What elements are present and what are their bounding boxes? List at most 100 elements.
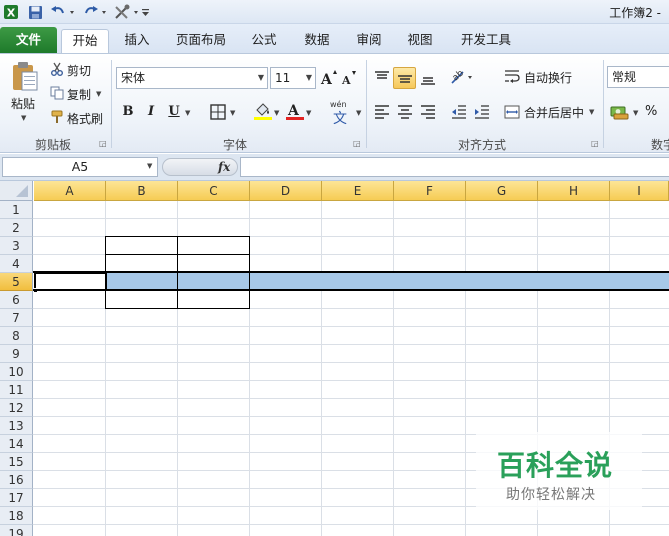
column-gridline [321,201,322,536]
row-header-18[interactable]: 18 [0,507,33,525]
orientation-icon[interactable]: ab [448,66,474,88]
tab-developer[interactable]: 开发工具 [452,29,520,53]
column-header-e[interactable]: E [322,181,394,201]
font-name-value: 宋体 [121,71,146,85]
tab-file[interactable]: 文件 [0,27,57,53]
fill-color-icon[interactable] [252,100,274,122]
alignment-group-label: 对齐方式 [457,138,506,152]
tab-home[interactable]: 开始 [61,29,109,54]
undo-icon[interactable] [49,3,77,21]
column-header-f[interactable]: F [394,181,466,201]
align-left-icon[interactable] [372,102,392,122]
borders-icon[interactable] [208,102,228,122]
row-header-17[interactable]: 17 [0,489,33,507]
row-header-9[interactable]: 9 [0,345,33,363]
copy-button[interactable]: 复制 [67,86,91,103]
row-header-16[interactable]: 16 [0,471,33,489]
align-top-icon[interactable] [372,68,392,88]
tab-review[interactable]: 审阅 [347,29,391,53]
row-header-4[interactable]: 4 [0,255,33,273]
group-divider [603,60,604,148]
row-header-1[interactable]: 1 [0,201,33,219]
tools-icon[interactable] [113,3,141,21]
format-painter-button[interactable]: 格式刷 [67,110,103,127]
cut-button[interactable]: 剪切 [67,62,91,79]
row-header-10[interactable]: 10 [0,363,33,381]
align-center-icon[interactable] [395,102,415,122]
tab-data[interactable]: 数据 [295,29,339,53]
font-size-value: 11 [275,71,291,85]
fill-color-dropdown-icon[interactable]: ▼ [274,109,279,117]
percent-style-button[interactable]: % [645,104,657,119]
align-bottom-icon[interactable] [418,68,438,88]
column-header-h[interactable]: H [538,181,610,201]
column-header-a[interactable]: A [34,181,106,201]
merge-center-dropdown-icon[interactable]: ▼ [589,108,594,116]
row-header-19[interactable]: 19 [0,525,33,536]
formula-bar: A5 ▼ fx [0,154,669,181]
tab-page-layout[interactable]: 页面布局 [167,29,235,53]
row-header-3[interactable]: 3 [0,237,33,255]
paste-icon[interactable] [9,59,41,93]
tab-view[interactable]: 视图 [398,29,442,53]
redo-icon[interactable] [81,3,109,21]
row-header-11[interactable]: 11 [0,381,33,399]
phonetic-guide-icon[interactable]: wén 文 [328,100,356,127]
svg-text:A: A [287,103,300,119]
select-all-button[interactable] [0,181,33,201]
number-format-combo[interactable]: 常规 [607,66,669,88]
column-header-b[interactable]: B [106,181,178,201]
row-header-7[interactable]: 7 [0,309,33,327]
row-header-5[interactable]: 5 [0,273,33,291]
paste-button[interactable]: 粘贴 [11,95,35,112]
wrap-text-button[interactable]: 自动换行 [524,69,572,86]
name-box-dropdown-icon[interactable]: ▼ [147,162,152,170]
watermark-title: 百科全说 [497,449,614,482]
align-right-icon[interactable] [418,102,438,122]
shrink-font-icon[interactable]: A [340,67,358,89]
accounting-dropdown-icon[interactable]: ▼ [633,109,638,117]
bold-button[interactable]: B [119,102,137,122]
title-bar: X 工作簿2 - [0,0,669,24]
clipboard-launcher-icon[interactable]: ◲ [99,139,108,148]
copy-dropdown-icon[interactable]: ▼ [96,90,101,98]
align-middle-icon[interactable] [393,67,416,89]
column-header-d[interactable]: D [250,181,322,201]
borders-dropdown-icon[interactable]: ▼ [230,109,235,117]
font-launcher-icon[interactable]: ◲ [353,139,362,148]
insert-function-icon[interactable]: fx [218,160,230,174]
row-header-8[interactable]: 8 [0,327,33,345]
row-header-14[interactable]: 14 [0,435,33,453]
font-name-dropdown-icon[interactable]: ▼ [258,68,264,88]
font-color-icon[interactable]: A [284,100,306,122]
font-name-combo[interactable]: 宋体 ▼ [116,67,268,89]
row-header-13[interactable]: 13 [0,417,33,435]
accounting-format-icon[interactable] [609,102,631,122]
row-header-2[interactable]: 2 [0,219,33,237]
column-header-i[interactable]: I [610,181,669,201]
column-header-g[interactable]: G [466,181,538,201]
formula-input[interactable] [240,157,669,177]
customize-qat-icon[interactable] [140,3,150,21]
row-header-6[interactable]: 6 [0,291,33,309]
column-header-c[interactable]: C [178,181,250,201]
row-header-12[interactable]: 12 [0,399,33,417]
italic-button[interactable]: I [142,102,160,122]
underline-dropdown-icon[interactable]: ▼ [185,109,190,117]
alignment-launcher-icon[interactable]: ◲ [591,139,600,148]
tab-formulas[interactable]: 公式 [242,29,286,53]
merge-center-button[interactable]: 合并后居中 [524,104,584,121]
font-size-dropdown-icon[interactable]: ▼ [306,68,312,88]
font-size-combo[interactable]: 11 ▼ [270,67,316,89]
name-box[interactable]: A5 [2,157,158,177]
font-color-dropdown-icon[interactable]: ▼ [306,109,311,117]
grow-font-icon[interactable]: A [320,67,338,89]
row-header-15[interactable]: 15 [0,453,33,471]
phonetic-dropdown-icon[interactable]: ▼ [356,109,361,117]
decrease-indent-icon[interactable] [449,102,469,122]
tab-insert[interactable]: 插入 [115,29,159,53]
underline-button[interactable]: U [165,102,183,122]
save-icon[interactable] [26,3,44,21]
increase-indent-icon[interactable] [472,102,492,122]
paste-dropdown-icon[interactable]: ▼ [21,114,26,122]
